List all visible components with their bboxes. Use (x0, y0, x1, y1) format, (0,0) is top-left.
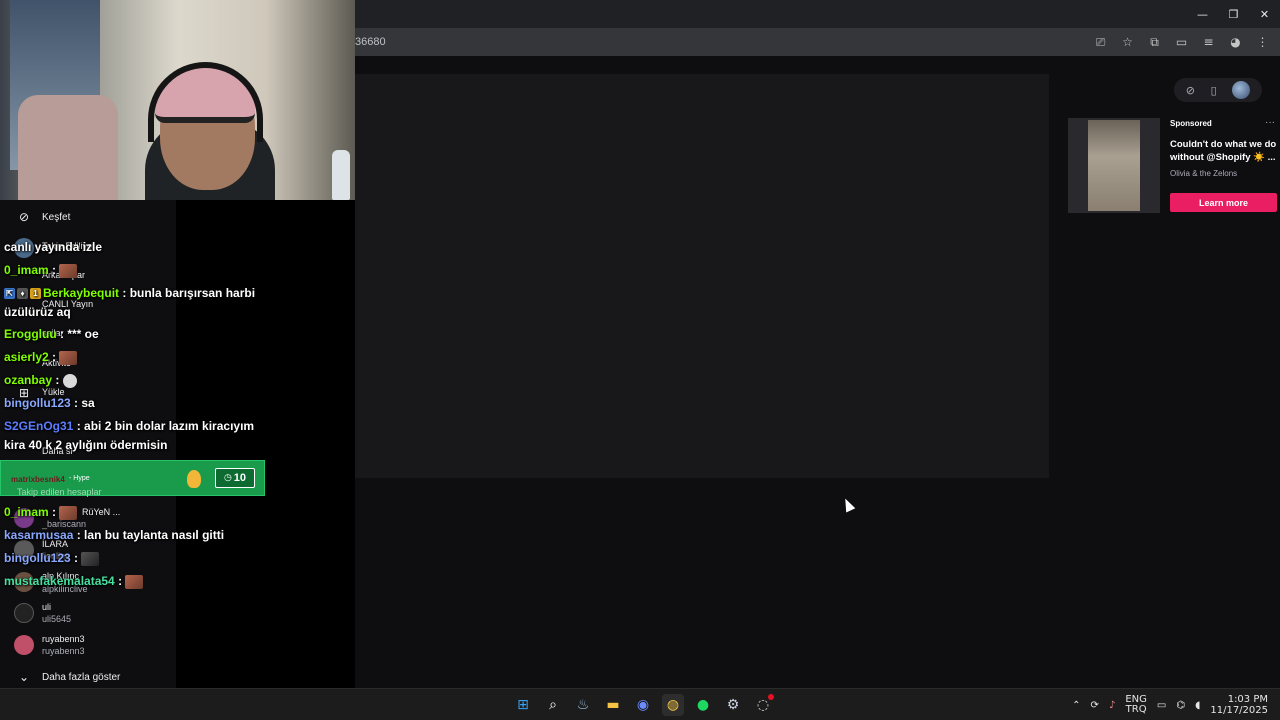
notification-dot (768, 694, 774, 700)
ad-headline: Couldn't do what we do without @Shopify … (1170, 139, 1277, 163)
chat-message: canlı yayında izle (4, 240, 103, 254)
install-icon[interactable]: ⎚ (1091, 33, 1110, 51)
hype-user: matrixbesnik4 (11, 475, 65, 484)
chat-message: Eroggluu : *** oe (4, 327, 99, 341)
show-more-label: Daha fazla göster (42, 671, 121, 683)
channel-login: uli5645 (42, 614, 72, 624)
taskbar-apps: ⊞ ⌕ ♨ ▬ ◉ ◍ ● ⚙ ◌ (512, 694, 774, 716)
avatar (14, 603, 34, 623)
top-right-actions: ⊘ ▯ (1174, 78, 1262, 102)
network-icon[interactable]: ⌬ (1176, 700, 1185, 711)
phone-icon[interactable]: ▯ (1211, 84, 1217, 97)
chat-message: asierly2 : (4, 350, 78, 365)
sync-icon[interactable]: ⟳ (1091, 700, 1099, 711)
notification-app-icon[interactable]: ◌ (752, 694, 774, 716)
url-text[interactable]: 36680 (355, 36, 386, 48)
flame-icon (187, 470, 201, 488)
microphone-icon[interactable]: ♪ (1109, 700, 1115, 711)
clock-icon: ◷ (223, 473, 232, 483)
system-tray: ⌃ ⟳ ♪ ENG TRQ ▭ ⌬ ◖ 1:03 PM 11/17/2025 (1072, 689, 1268, 720)
badge-icon: ♦ (17, 288, 28, 300)
emote-icon (125, 574, 144, 589)
language-indicator[interactable]: ENG TRQ (1125, 695, 1147, 715)
chevron-up-icon[interactable]: ⌃ (1072, 700, 1080, 711)
menu-icon[interactable]: ⋮ (1253, 33, 1272, 51)
sidebar-item-kesfet[interactable]: ⊘ Keşfet (16, 209, 70, 225)
webcam-overlay (0, 0, 355, 200)
chat-message: 0_imam : (4, 505, 78, 520)
restore-icon[interactable]: ❐ (1218, 0, 1249, 28)
video-player[interactable] (355, 74, 1049, 478)
channel-login: ruyabenn3 (42, 646, 85, 656)
steam-icon[interactable]: ♨ (572, 694, 594, 716)
minimize-icon[interactable]: — (1187, 0, 1218, 28)
emote-icon (59, 263, 78, 278)
ad-more-options-icon[interactable]: ··· (1265, 117, 1275, 128)
extensions-icon[interactable]: ⧉ (1145, 33, 1164, 51)
browser-titlebar: — ❐ ✕ (355, 0, 1280, 28)
badge-icon: 1 (30, 288, 41, 300)
ad-advertiser: Olivia & the Zelons (1170, 169, 1238, 178)
chat-message: ozanbay : (4, 373, 77, 388)
bookmark-star-icon[interactable]: ☆ (1118, 33, 1137, 51)
spotify-icon[interactable]: ● (692, 694, 714, 716)
display-icon[interactable]: ▭ (1157, 700, 1166, 711)
clock[interactable]: 1:03 PM 11/17/2025 (1210, 694, 1268, 716)
user-avatar[interactable] (1232, 81, 1251, 99)
compass-icon: ⊘ (18, 210, 30, 224)
badge-icon: ⇱ (4, 288, 15, 300)
channel-name[interactable]: ruyabenn3 (42, 634, 85, 644)
hype-count: ◷ 10 (215, 468, 255, 488)
followed-header: Takip edilen hesaplar (17, 487, 102, 497)
chat-message: kasarmusaa : lan bu taylanta nasıl gitti (4, 528, 225, 542)
volume-icon[interactable]: ◖ (1195, 700, 1200, 711)
chat-message: kira 40 k 2 aylığını ödermisin (4, 438, 168, 452)
window-controls: — ❐ ✕ (1187, 0, 1280, 28)
settings-icon[interactable]: ⚙ (722, 694, 744, 716)
emote-icon (59, 350, 78, 365)
emote-icon (81, 551, 100, 566)
app-icon[interactable]: ◉ (632, 694, 654, 716)
channel-name[interactable]: uli (42, 602, 51, 612)
chat-message: ⇱ ♦ 1 Berkaybequit : bunla barışırsan harbi (4, 286, 255, 300)
taskbar: ⊞ ⌕ ♨ ▬ ◉ ◍ ● ⚙ ◌ ⌃ ⟳ ♪ ENG TRQ ▭ ⌬ ◖ 1:03 PM 11/1… (0, 688, 1280, 720)
chrome-icon[interactable]: ◍ (662, 694, 684, 716)
channel-name[interactable]: RüYeN ... (82, 507, 120, 517)
chat-message: bingollu123 : (4, 551, 100, 566)
chevron-down-icon: ⌄ (18, 670, 30, 684)
cast-icon[interactable]: ▭ (1172, 33, 1191, 51)
skull-emote-icon (62, 373, 77, 388)
address-bar[interactable]: 36680 ⎚ ☆ ⧉ ▭ ≡ ◕ ⋮ (355, 28, 1280, 56)
compass-icon[interactable]: ⊘ (1186, 84, 1195, 97)
ad-image[interactable] (1068, 118, 1160, 213)
hype-label: - Hype (69, 475, 90, 482)
file-explorer-icon[interactable]: ▬ (602, 694, 624, 716)
chat-message: bingollu123 : sa (4, 396, 95, 410)
chat-message: 0_imam : (4, 263, 78, 278)
show-more-button[interactable]: ⌄ Daha fazla göster (16, 669, 120, 685)
chat-message: mustafakemalata54 : (4, 574, 144, 589)
ad-sponsored-label: Sponsored (1170, 119, 1212, 128)
ad-learn-more-button[interactable]: Learn more (1170, 193, 1277, 212)
search-icon[interactable]: ⌕ (542, 694, 564, 716)
avatar (14, 635, 34, 655)
close-icon[interactable]: ✕ (1249, 0, 1280, 28)
sidebar-item-label: Keşfet (42, 211, 71, 223)
hype-train-banner[interactable]: matrixbesnik4 - Hype Takip edilen hesapl… (0, 460, 265, 497)
chat-message: üzülürüz aq (4, 305, 71, 319)
windows-start-icon[interactable]: ⊞ (512, 694, 534, 716)
reading-list-icon[interactable]: ≡ (1199, 33, 1218, 51)
chat-message: S2GEnOg31 : abi 2 bin dolar lazım kiracı… (4, 419, 255, 433)
profile-icon[interactable]: ◕ (1226, 33, 1245, 51)
emote-icon (59, 505, 78, 520)
address-bar-icons: ⎚ ☆ ⧉ ▭ ≡ ◕ ⋮ (1091, 33, 1272, 51)
